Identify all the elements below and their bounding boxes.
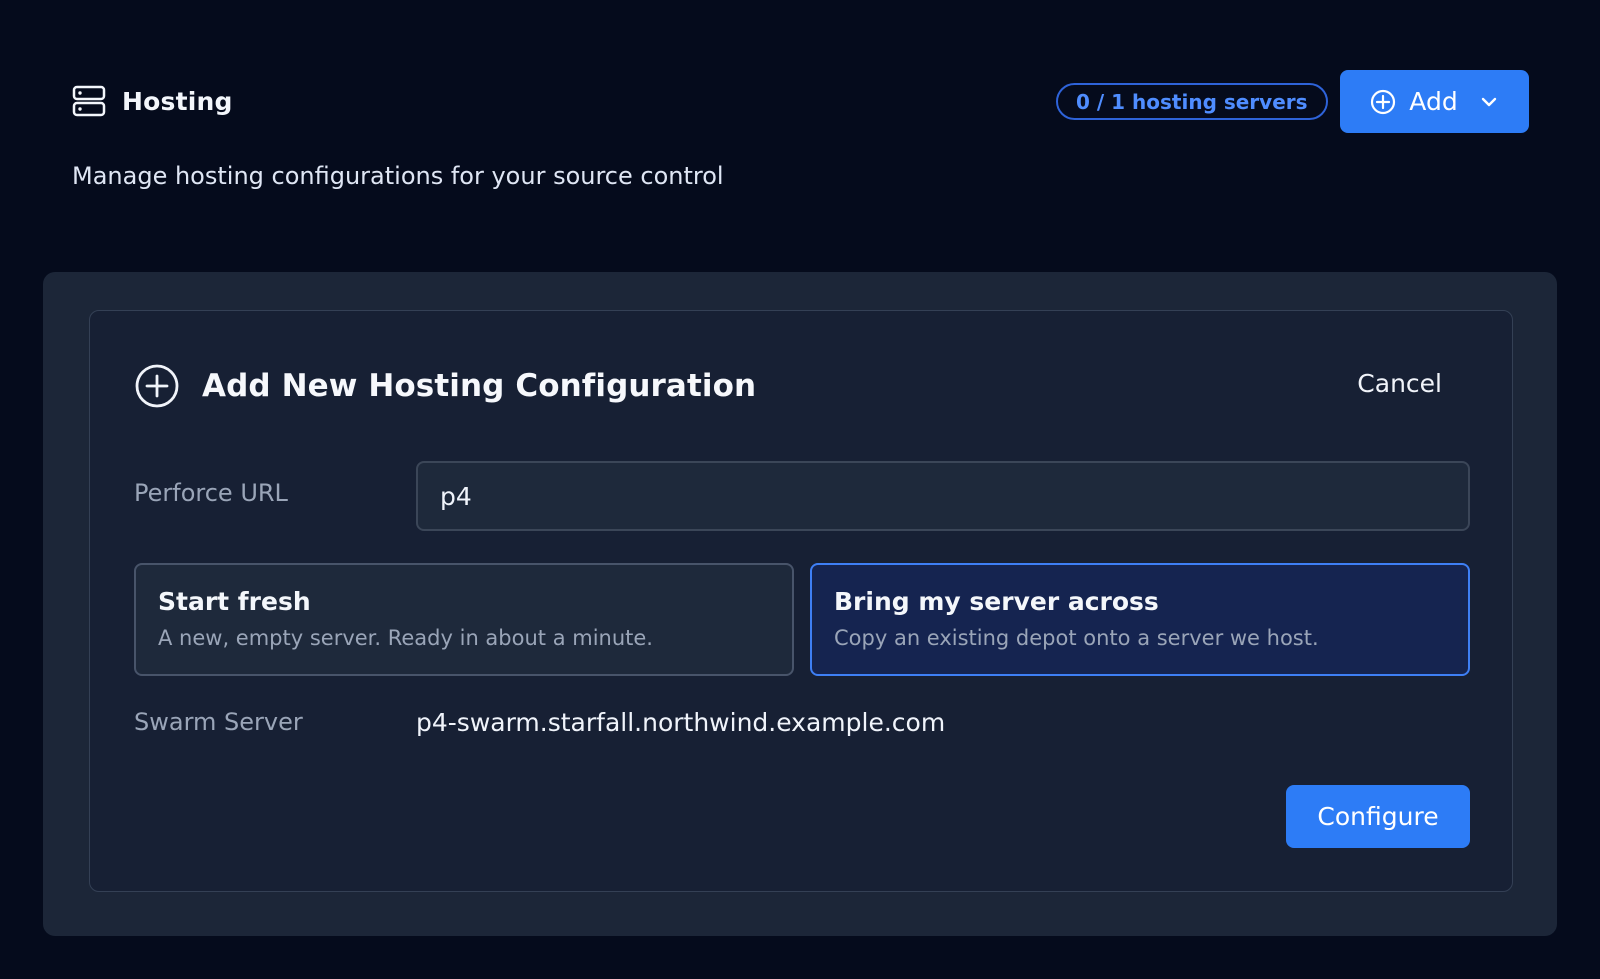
form-header: Add New Hosting Configuration	[134, 363, 756, 409]
form-title: Add New Hosting Configuration	[202, 368, 757, 404]
page-header: Hosting 0 / 1 hosting servers Add	[72, 70, 1529, 133]
hosting-server-count-badge: 0 / 1 hosting servers	[1056, 83, 1328, 120]
configure-button[interactable]: Configure	[1286, 785, 1470, 848]
server-icon	[72, 85, 106, 117]
perforce-url-label: Perforce URL	[134, 479, 288, 507]
swarm-server-value: p4-swarm.starfall.northwind.example.com	[416, 708, 946, 737]
page-title: Hosting	[122, 86, 233, 116]
start-fresh-title: Start fresh	[158, 587, 311, 616]
add-hosting-configuration-form: Add New Hosting Configuration Cancel Per…	[89, 310, 1513, 892]
bring-server-across-title: Bring my server across	[834, 587, 1159, 616]
bring-server-across-option[interactable]: Bring my server across Copy an existing …	[810, 563, 1470, 676]
start-fresh-option[interactable]: Start fresh A new, empty server. Ready i…	[134, 563, 794, 676]
add-button[interactable]: Add	[1340, 70, 1529, 133]
perforce-url-input[interactable]	[416, 461, 1470, 531]
swarm-server-label: Swarm Server	[134, 708, 303, 736]
bring-server-across-description: Copy an existing depot onto a server we …	[834, 626, 1319, 650]
hosting-panel: Add New Hosting Configuration Cancel Per…	[43, 272, 1557, 936]
chevron-down-icon[interactable]	[1478, 91, 1500, 113]
add-button-label: Add	[1409, 87, 1458, 116]
plus-circle-icon	[1371, 89, 1396, 114]
plus-circle-icon	[135, 364, 179, 408]
start-fresh-description: A new, empty server. Ready in about a mi…	[158, 626, 653, 650]
page-title-wrap: Hosting	[72, 84, 233, 118]
cancel-button[interactable]: Cancel	[1357, 369, 1442, 398]
page-subtitle: Manage hosting configurations for your s…	[72, 162, 724, 190]
